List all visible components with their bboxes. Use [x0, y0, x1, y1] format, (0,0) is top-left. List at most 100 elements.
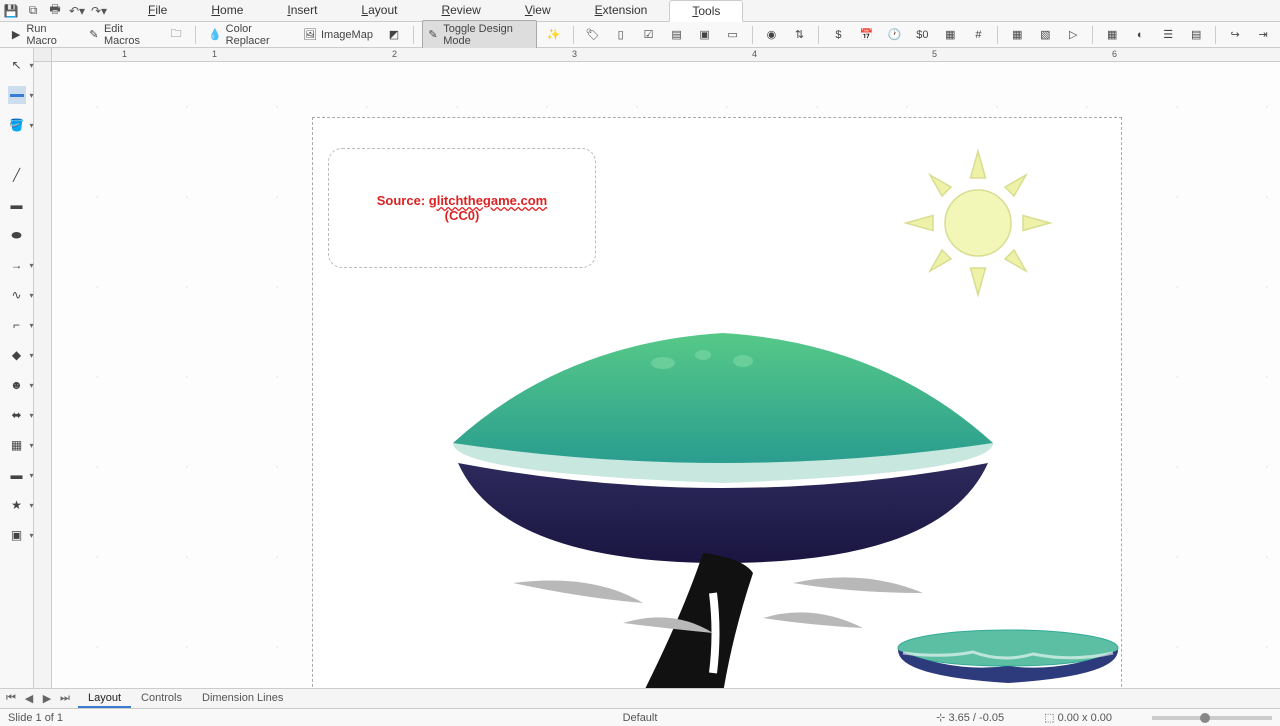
block-arrows-tool[interactable]: ⬌▾ — [8, 406, 26, 424]
folder-icon: 🗀 — [169, 28, 183, 42]
combobox-button[interactable]: ▣ — [694, 26, 716, 44]
copy-icon[interactable]: ⧉ — [26, 4, 40, 18]
basic-shapes-tool[interactable]: ◆▾ — [8, 346, 26, 364]
tablectl-icon: ▦ — [1105, 28, 1119, 42]
time-button[interactable]: 🕐 — [883, 26, 905, 44]
menu-extension[interactable]: Extension — [573, 0, 670, 22]
redo-icon[interactable]: ↷▾ — [92, 4, 106, 18]
workspace: ↖▾ ▾ 🪣▾ ╱ ▬ ⬬ →▾ ∿▾ ⌐▾ ◆▾ ☻▾ ⬌▾ ▦▾ ▬▾ ★▾… — [0, 48, 1280, 688]
canvas-area: 1 1 2 3 4 5 6 Source: glitchthegame.com … — [34, 48, 1280, 688]
tab-controls[interactable]: Controls — [131, 690, 192, 708]
dollar-icon: $ — [831, 28, 845, 42]
zoom-slider[interactable] — [1152, 716, 1272, 720]
menu-tools[interactable]: Tools — [669, 0, 743, 22]
flowchart-tool[interactable]: ▦▾ — [8, 436, 26, 454]
edit-macros-button[interactable]: ✎ Edit Macros — [84, 21, 159, 49]
stars-tool[interactable]: ★▾ — [8, 496, 26, 514]
file-icon: ▷ — [1066, 28, 1080, 42]
crop-button[interactable]: ◩ — [383, 26, 405, 44]
tag-icon: 🏷 — [586, 28, 600, 42]
side-toolbar: ↖▾ ▾ 🪣▾ ╱ ▬ ⬬ →▾ ∿▾ ⌐▾ ◆▾ ☻▾ ⬌▾ ▦▾ ▬▾ ★▾… — [0, 48, 34, 688]
fill-color-tool[interactable]: 🪣▾ — [8, 116, 26, 134]
curve-tool[interactable]: ∿▾ — [8, 286, 26, 304]
spin-button[interactable]: ⇅ — [788, 26, 810, 44]
group-button[interactable]: ▦ — [1006, 26, 1028, 44]
print-icon[interactable]: 🖶 — [48, 4, 62, 18]
menu-layout[interactable]: Layout — [339, 0, 419, 22]
pond-image[interactable] — [893, 628, 1123, 688]
line-tool[interactable]: ╱ — [8, 166, 26, 184]
tab-dimension-lines[interactable]: Dimension Lines — [192, 690, 293, 708]
sun-image[interactable] — [903, 148, 1053, 298]
button-icon: ▭ — [726, 28, 740, 42]
currency-button[interactable]: $ — [827, 26, 849, 44]
toggle-design-label: Toggle Design Mode — [443, 23, 532, 47]
file-button[interactable]: ▷ — [1062, 26, 1084, 44]
checkbox-button[interactable]: ☑ — [638, 26, 660, 44]
last-slide-button[interactable]: ⏭ — [58, 692, 72, 705]
pushbutton-button[interactable]: ▭ — [722, 26, 744, 44]
listbox-icon: ▤ — [670, 28, 684, 42]
form-props-button[interactable]: ▤ — [1185, 26, 1207, 44]
props-button[interactable]: ☰ — [1157, 26, 1179, 44]
drop-icon: 💧 — [208, 28, 222, 42]
date-button[interactable]: 📅 — [855, 26, 877, 44]
menu-insert[interactable]: Insert — [265, 0, 339, 22]
line-color-tool[interactable]: ▾ — [8, 86, 26, 104]
image-icon: 🖼 — [303, 28, 317, 42]
spin-icon: ⇅ — [792, 28, 806, 42]
toolbar: ▶Run Macro ✎ Edit Macros 🗀 💧 Color Replace… — [0, 22, 1280, 48]
table-control-button[interactable]: ▦ — [1101, 26, 1123, 44]
run-macro-button[interactable]: ▶Run Macro — [6, 21, 78, 49]
color-replacer-label: Color Replacer — [226, 23, 289, 47]
toggle-design-mode-button[interactable]: ✎Toggle Design Mode — [422, 20, 537, 50]
menu-view[interactable]: View — [503, 0, 573, 22]
color-replacer-button[interactable]: 💧 Color Replacer — [204, 21, 293, 49]
save-icon[interactable]: 💾 — [4, 4, 18, 18]
currency2-button[interactable]: $0 — [911, 26, 933, 44]
rect-tool[interactable]: ▬ — [8, 196, 26, 214]
nav-button[interactable]: ↪ — [1224, 26, 1246, 44]
first-slide-button[interactable]: ⏮ — [4, 692, 18, 705]
edit-macros-label: Edit Macros — [104, 23, 155, 47]
canvas[interactable]: Source: glitchthegame.com (CC0) — [52, 62, 1280, 688]
menu-items: FileHomeInsertLayoutReviewViewExtensionT… — [126, 0, 743, 22]
image-map-button[interactable]: 🖼 ImageMap — [299, 26, 377, 44]
textbox-icon: ▯ — [614, 28, 628, 42]
label-button[interactable]: 🏷 — [582, 26, 604, 44]
arrow-tool[interactable]: →▾ — [8, 256, 26, 274]
symbol-shapes-tool[interactable]: ☻▾ — [8, 376, 26, 394]
tab-layout[interactable]: Layout — [78, 690, 131, 708]
image-map-label: ImageMap — [321, 29, 373, 41]
next-slide-button[interactable]: ▶ — [40, 692, 54, 705]
textbox-button[interactable]: ▯ — [610, 26, 632, 44]
gear-icon: ✎ — [88, 28, 100, 42]
3d-tool[interactable]: ▣▾ — [8, 526, 26, 544]
cursor-coords: ⊹ 3.65 / -0.05 — [936, 711, 1004, 724]
menu-review[interactable]: Review — [419, 0, 502, 22]
open-dialog-button[interactable]: 🗀 — [165, 26, 187, 44]
numeric-button[interactable]: # — [967, 26, 989, 44]
slide-count: Slide 1 of 1 — [8, 712, 63, 724]
undo-icon[interactable]: ↶▾ — [70, 4, 84, 18]
connector-tool[interactable]: ⌐▾ — [8, 316, 26, 334]
source-textbox[interactable]: Source: glitchthegame.com (CC0) — [328, 148, 596, 268]
option-button[interactable]: ◉ — [760, 26, 782, 44]
nav-bar-button[interactable]: ◐ — [1129, 26, 1151, 44]
callout-tool[interactable]: ▬▾ — [8, 466, 26, 484]
listbox-button[interactable]: ▤ — [666, 26, 688, 44]
pointer-tool[interactable]: ↖▾ — [8, 56, 26, 74]
props-icon: ☰ — [1161, 28, 1175, 42]
menu-home[interactable]: Home — [189, 0, 265, 22]
quick-icons: 💾 ⧉ 🖶 ↶▾ ↷▾ — [4, 4, 126, 18]
run-macro-label: Run Macro — [26, 23, 73, 47]
ellipse-tool[interactable]: ⬬ — [8, 226, 26, 244]
pattern-button[interactable]: ▦ — [939, 26, 961, 44]
menubar: 💾 ⧉ 🖶 ↶▾ ↷▾ FileHomeInsertLayoutReviewVi… — [0, 0, 1280, 22]
tab-order-button[interactable]: ⇥ — [1252, 26, 1274, 44]
prev-slide-button[interactable]: ◀ — [22, 692, 36, 705]
slide[interactable]: Source: glitchthegame.com (CC0) — [312, 117, 1122, 688]
menu-file[interactable]: File — [126, 0, 189, 22]
wand-button[interactable]: ✨ — [543, 26, 565, 44]
image-control-button[interactable]: ▧ — [1034, 26, 1056, 44]
